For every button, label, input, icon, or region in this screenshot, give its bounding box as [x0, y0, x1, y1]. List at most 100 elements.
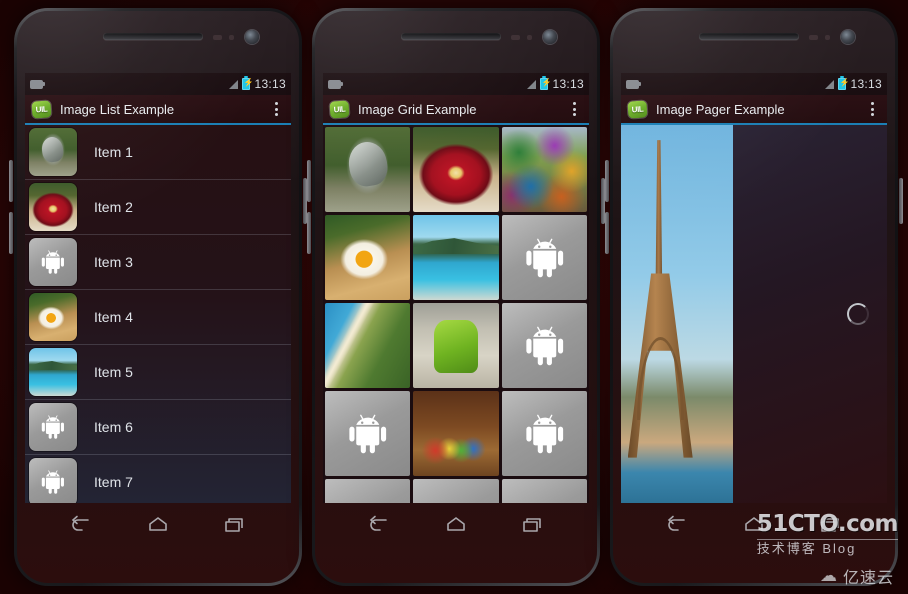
pager-current-image[interactable] [621, 125, 733, 503]
recent-apps-icon[interactable] [518, 514, 548, 536]
thumbnail-image [29, 128, 77, 176]
proximity-sensor [213, 35, 222, 40]
grid-cell[interactable] [413, 215, 499, 300]
list-item-label: Item 3 [94, 254, 133, 270]
grid-cell[interactable] [413, 127, 499, 212]
overflow-menu-icon[interactable] [864, 98, 880, 120]
front-camera [543, 30, 557, 44]
device-top-bezel [17, 11, 299, 73]
image-pager[interactable] [621, 125, 887, 503]
status-bar: 13:13 [323, 73, 589, 95]
back-arrow-icon[interactable] [662, 514, 692, 536]
signal-triangle-icon [229, 79, 239, 89]
home-icon[interactable] [441, 514, 471, 536]
image-grid[interactable] [323, 125, 589, 503]
thumbnail-image [29, 183, 77, 231]
message-icon [30, 79, 45, 89]
page-title: Image Grid Example [358, 101, 477, 117]
page-title: Image Pager Example [656, 101, 785, 117]
action-bar: UIL Image Pager Example [621, 95, 887, 125]
light-sensor [229, 35, 234, 40]
battery-charging-icon [838, 76, 849, 90]
phone-device-grid: 13:13 UIL Image Grid Example [307, 8, 605, 586]
phone-device-pager: 13:13 UIL Image Pager Example [605, 8, 903, 586]
android-placeholder-icon[interactable] [413, 479, 499, 503]
uil-logo-icon: UIL [31, 99, 52, 119]
status-clock: 13:13 [254, 77, 286, 91]
phone-device-list: 13:13 UIL Image List Example Item 1 Item… [9, 8, 307, 586]
back-arrow-icon[interactable] [364, 514, 394, 536]
list-item-label: Item 6 [94, 419, 133, 435]
light-sensor [527, 35, 532, 40]
android-placeholder-icon [29, 403, 77, 451]
volume-up-key[interactable] [9, 160, 13, 202]
android-placeholder-icon[interactable] [501, 303, 587, 388]
pager-next-page[interactable] [733, 125, 887, 503]
volume-up-key[interactable] [307, 160, 311, 202]
earpiece-speaker [401, 33, 501, 40]
thumbnail-image [29, 293, 77, 341]
grid-cell[interactable] [325, 303, 411, 388]
grid-cell[interactable] [413, 391, 499, 476]
list-item[interactable]: Item 6 [25, 400, 291, 455]
signal-triangle-icon [527, 79, 537, 89]
message-icon [328, 79, 343, 89]
status-clock: 13:13 [850, 77, 882, 91]
uil-logo-text: UIL [631, 103, 644, 114]
home-icon[interactable] [739, 514, 769, 536]
earpiece-speaker [699, 33, 799, 40]
recent-apps-icon[interactable] [220, 514, 250, 536]
list-item[interactable]: Item 1 [25, 125, 291, 180]
status-bar: 13:13 [621, 73, 887, 95]
pager-content[interactable] [621, 125, 887, 503]
proximity-sensor [809, 35, 818, 40]
front-camera [245, 30, 259, 44]
status-bar: 13:13 [25, 73, 291, 95]
list-item-label: Item 4 [94, 309, 133, 325]
battery-charging-icon [242, 76, 253, 90]
list-item[interactable]: Item 5 [25, 345, 291, 400]
list-item[interactable]: Item 7 [25, 455, 291, 503]
image-list[interactable]: Item 1 Item 2 Item 3 Item 4 Item 5 Item … [25, 125, 291, 503]
android-placeholder-icon[interactable] [325, 391, 411, 476]
navigation-bar [315, 503, 597, 547]
earpiece-speaker [103, 33, 203, 40]
overflow-menu-icon[interactable] [566, 98, 582, 120]
uil-logo-text: UIL [333, 103, 346, 114]
android-placeholder-icon[interactable] [501, 215, 587, 300]
back-arrow-icon[interactable] [66, 514, 96, 536]
android-placeholder-icon [29, 458, 77, 503]
list-content[interactable]: Item 1 Item 2 Item 3 Item 4 Item 5 Item … [25, 125, 291, 503]
volume-up-key[interactable] [605, 160, 609, 202]
overflow-menu-icon[interactable] [268, 98, 284, 120]
list-item[interactable]: Item 4 [25, 290, 291, 345]
android-placeholder-icon[interactable] [501, 391, 587, 476]
uil-logo-text: UIL [35, 103, 48, 114]
grid-cell[interactable] [413, 303, 499, 388]
uil-logo-icon: UIL [329, 99, 350, 119]
signal-triangle-icon [825, 79, 835, 89]
screen-list: 13:13 UIL Image List Example Item 1 Item… [25, 73, 291, 503]
android-placeholder-icon[interactable] [501, 479, 587, 503]
list-item[interactable]: Item 2 [25, 180, 291, 235]
android-placeholder-icon [29, 238, 77, 286]
message-icon [626, 79, 641, 89]
front-camera [841, 30, 855, 44]
uil-logo-icon: UIL [627, 99, 648, 119]
recent-apps-icon[interactable] [816, 514, 846, 536]
proximity-sensor [511, 35, 520, 40]
list-item-label: Item 5 [94, 364, 133, 380]
grid-cell[interactable] [325, 127, 411, 212]
thumbnail-image [29, 348, 77, 396]
home-icon[interactable] [143, 514, 173, 536]
power-key[interactable] [899, 178, 903, 224]
screen-grid: 13:13 UIL Image Grid Example [323, 73, 589, 503]
volume-down-key[interactable] [307, 212, 311, 254]
volume-down-key[interactable] [605, 212, 609, 254]
android-placeholder-icon[interactable] [325, 479, 411, 503]
grid-cell[interactable] [501, 127, 587, 212]
volume-down-key[interactable] [9, 212, 13, 254]
list-item[interactable]: Item 3 [25, 235, 291, 290]
grid-content[interactable] [323, 125, 589, 503]
grid-cell[interactable] [325, 215, 411, 300]
